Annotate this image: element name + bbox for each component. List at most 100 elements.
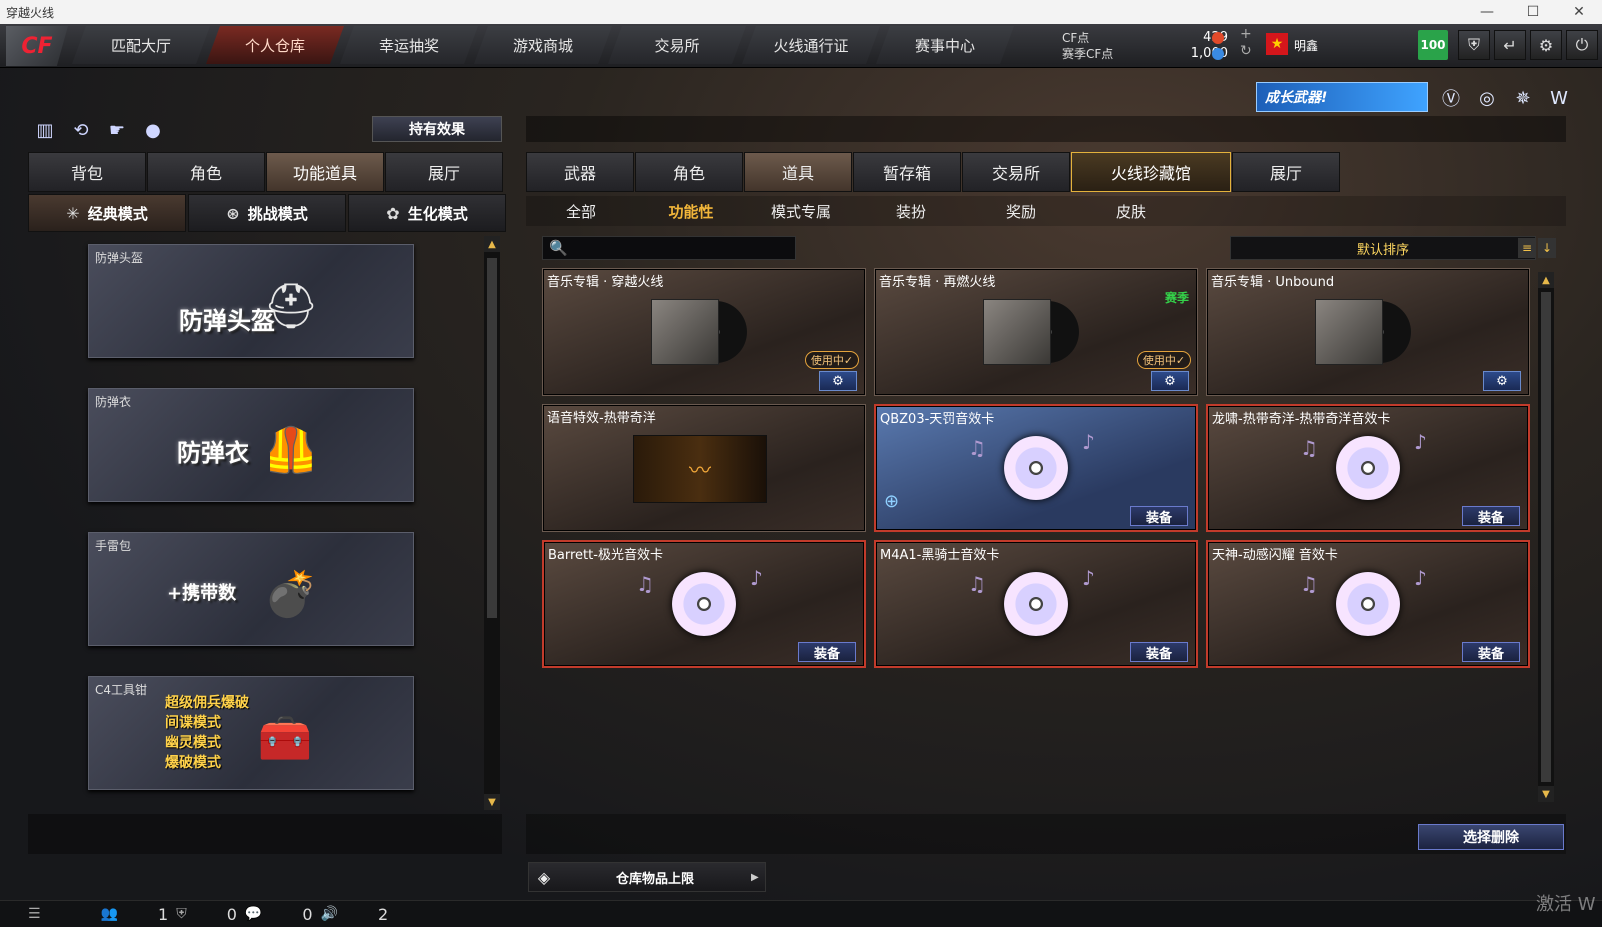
scroll-up-icon[interactable]: ▲ [484, 236, 500, 252]
tab-characters[interactable]: 角色 [635, 152, 743, 192]
history-icon[interactable]: ⟲ [66, 116, 96, 144]
tab-trade[interactable]: 交易所 [962, 152, 1070, 192]
item-card[interactable]: 音乐专辑 · Unbound ⚙ [1206, 268, 1530, 396]
card-gear-button[interactable]: ⚙ [1151, 371, 1189, 391]
globe-icon[interactable]: ◎ [1472, 84, 1502, 112]
cf-logo[interactable]: CF [6, 26, 68, 66]
music-note-icon: ♪ [1082, 566, 1095, 590]
username[interactable]: 明鑫 [1294, 37, 1318, 54]
item-card[interactable]: M4A1-黑骑士音效卡 ♫ ♪ 装备 [874, 540, 1198, 668]
zombie-mode-icon: ✿ [386, 203, 400, 223]
gear-icon[interactable]: ⚙ [1530, 30, 1562, 60]
scroll-up-icon[interactable]: ▲ [1538, 272, 1554, 288]
list-item-helmet[interactable]: 防弹头盔 防弹头盔 ⛑ [88, 244, 414, 358]
list-item-grenade-pack[interactable]: 手雷包 +携带数 💣 [88, 532, 414, 646]
nav-tab-events[interactable]: 赛事中心 [876, 26, 1014, 64]
tab-showroom[interactable]: 展厅 [385, 152, 503, 192]
item-card[interactable]: QBZ03-天罚音效卡 ♫ ♪ ⊕ 装备 [874, 404, 1198, 532]
c4-mode-line: 间谍模式 [165, 715, 221, 731]
tab-character[interactable]: 角色 [147, 152, 265, 192]
menu-list-icon[interactable]: ☰ [28, 906, 41, 922]
hold-effect-button[interactable]: 持有效果 [372, 116, 502, 142]
nav-tab-lobby[interactable]: 匹配大厅 [72, 26, 210, 64]
add-cf-icon[interactable]: + [1240, 26, 1252, 42]
storage-limit-bar[interactable]: ◈ 仓库物品上限 ▶ [528, 862, 766, 892]
shield-icon[interactable]: ⛨ [1458, 30, 1490, 60]
close-icon[interactable]: ✕ [1556, 0, 1602, 24]
card-title: 音乐专辑 · 再燃火线 [879, 275, 996, 290]
minimize-icon[interactable]: — [1464, 0, 1510, 24]
subtab-cosmetic[interactable]: 装扮 [856, 196, 966, 226]
select-delete-button[interactable]: 选择删除 [1418, 824, 1564, 850]
list-item-c4-pliers[interactable]: C4工具钳 超级佣兵爆破 间谍模式 幽灵模式 爆破模式 🧰 [88, 676, 414, 790]
equip-button[interactable]: 装备 [798, 642, 856, 662]
chat-icon[interactable]: 💬 [245, 906, 262, 922]
item-card[interactable]: 龙啸-热带奇洋-热带奇洋音效卡 ♫ ♪ 装备 [1206, 404, 1530, 532]
mode-zombie[interactable]: ✿ 生化模式 [348, 194, 506, 232]
return-icon[interactable]: ↵ [1494, 30, 1526, 60]
tab-backpack[interactable]: 背包 [28, 152, 146, 192]
scroll-thumb[interactable] [487, 258, 497, 618]
equip-button[interactable]: 装备 [1130, 506, 1188, 526]
grenade-icon[interactable]: ● [138, 116, 168, 144]
scroll-thumb[interactable] [1541, 292, 1551, 782]
scroll-down-icon[interactable]: ▼ [484, 794, 500, 810]
nav-tab-warehouse[interactable]: 个人仓库 [206, 26, 344, 64]
right-scrollbar[interactable]: ▲ ▼ [1538, 272, 1554, 802]
star-icon[interactable]: ✵ [1508, 84, 1538, 112]
right-top-icons: Ⓥ ◎ ✵ W [1436, 84, 1580, 112]
equip-button[interactable]: 装备 [1462, 506, 1520, 526]
item-card[interactable]: Barrett-极光音效卡 ♫ ♪ 装备 [542, 540, 866, 668]
w-icon[interactable]: W [1544, 84, 1574, 112]
subtab-all[interactable]: 全部 [526, 196, 636, 226]
list-view-icon[interactable]: ≡ [1518, 238, 1536, 258]
clan-shield-icon[interactable]: ⛨ [176, 906, 187, 922]
item-card[interactable]: 语音特效-热带奇洋 〰 [542, 404, 866, 532]
card-gear-button[interactable]: ⚙ [1483, 371, 1521, 391]
equip-button[interactable]: 装备 [1130, 642, 1188, 662]
item-card[interactable]: 音乐专辑 · 穿越火线 使用中✓ ⚙ [542, 268, 866, 396]
tab-weapons[interactable]: 武器 [526, 152, 634, 192]
refresh-icon[interactable]: ↻ [1240, 43, 1252, 59]
badge-v-icon[interactable]: Ⓥ [1436, 84, 1466, 112]
search-input[interactable] [569, 239, 789, 257]
sort-desc-icon[interactable]: ↓ [1538, 238, 1556, 258]
hand-icon[interactable]: ☛ [102, 116, 132, 144]
tab-gallery[interactable]: 展厅 [1232, 152, 1340, 192]
item-card[interactable]: 天神-动感闪耀 音效卡 ♫ ♪ 装备 [1206, 540, 1530, 668]
mode-classic[interactable]: ✳ 经典模式 [28, 194, 186, 232]
subtab-functional[interactable]: 功能性 [636, 196, 746, 226]
scroll-down-icon[interactable]: ▼ [1538, 786, 1554, 802]
item-card[interactable]: 音乐专辑 · 再燃火线 赛季 使用中✓ ⚙ [874, 268, 1198, 396]
tab-functional-items[interactable]: 功能道具 [266, 152, 384, 192]
nav-tab-pass[interactable]: 火线通行证 [742, 26, 880, 64]
storage-limit-label: 仓库物品上限 [615, 871, 694, 887]
music-note-icon: ♫ [968, 436, 986, 460]
chat-count: 0 [302, 904, 313, 924]
subtab-mode-exclusive[interactable]: 模式专属 [746, 196, 856, 226]
nav-tab-lottery[interactable]: 幸运抽奖 [340, 26, 478, 64]
tab-items[interactable]: 道具 [744, 152, 852, 192]
card-gear-button[interactable]: ⚙ [819, 371, 857, 391]
left-scrollbar[interactable]: ▲ ▼ [484, 236, 500, 810]
power-icon[interactable]: ⏻ [1566, 30, 1598, 60]
disc-icon [992, 432, 1080, 504]
music-note-icon: ♫ [636, 572, 654, 596]
tab-storage-box[interactable]: 暂存箱 [853, 152, 961, 192]
maximize-icon[interactable]: ☐ [1510, 0, 1556, 24]
sort-select[interactable]: 默认排序 [1230, 236, 1536, 260]
nav-tab-exchange[interactable]: 交易所 [608, 26, 746, 64]
stats-icon[interactable]: ▥ [30, 116, 60, 144]
level-badge[interactable]: 100 [1418, 30, 1448, 60]
tab-collection[interactable]: 火线珍藏馆 [1071, 152, 1231, 192]
nav-tab-shop[interactable]: 游戏商城 [474, 26, 612, 64]
subtab-rewards[interactable]: 奖励 [966, 196, 1076, 226]
equip-button[interactable]: 装备 [1462, 642, 1520, 662]
subtab-skins[interactable]: 皮肤 [1076, 196, 1186, 226]
growth-weapon-banner[interactable]: 成长武器! [1256, 82, 1428, 112]
music-note-icon: ♪ [750, 566, 763, 590]
mode-challenge[interactable]: ⊛ 挑战模式 [188, 194, 346, 232]
friends-icon[interactable]: 👥 [101, 906, 118, 922]
list-item-vest[interactable]: 防弹衣 防弹衣 🦺 [88, 388, 414, 502]
speaker-icon[interactable]: 🔊 [321, 906, 338, 922]
